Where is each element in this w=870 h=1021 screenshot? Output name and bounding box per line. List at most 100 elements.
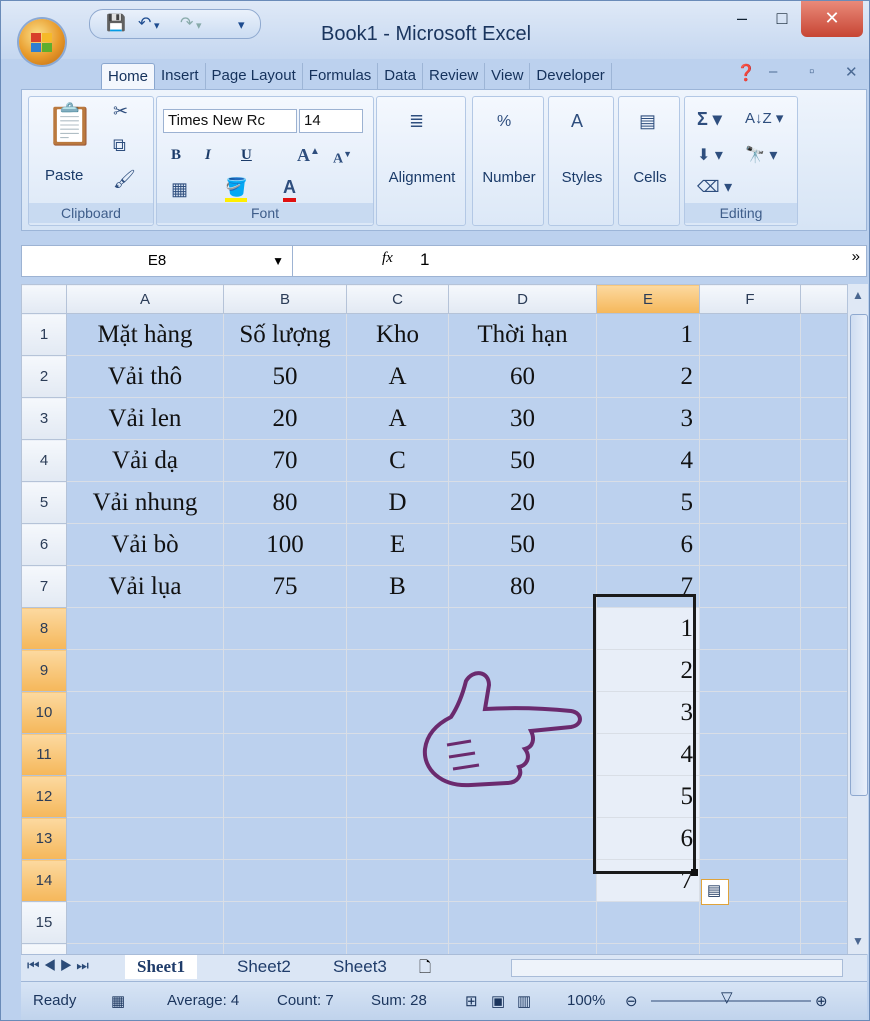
cell-f10[interactable] [699,691,801,734]
cell-g8[interactable] [800,607,849,650]
cell-b14[interactable] [223,859,347,902]
row-header[interactable]: 9 [21,649,67,692]
sheet-nav-icon[interactable]: ⏮ ◀ ▶ ⏭ [27,957,89,974]
tab-developer[interactable]: Developer [530,63,612,89]
styles-group[interactable]: A Styles [548,96,614,226]
borders-icon[interactable]: ▦ [171,179,188,200]
cell-f4[interactable] [699,439,801,482]
fill-icon[interactable]: ⬇ ▾ [697,145,723,165]
row-header[interactable]: 11 [21,733,67,776]
help-icon[interactable]: ❓ [736,63,756,83]
tab-view[interactable]: View [485,63,531,89]
column-header-c[interactable]: C [346,284,449,314]
select-all-corner[interactable] [21,284,67,314]
cell-b3[interactable]: 20 [223,397,347,440]
cell-a1[interactable]: Mặt hàng [66,313,224,356]
font-color-icon[interactable]: A [283,177,296,202]
row-header[interactable]: 12 [21,775,67,818]
sheet-tab-1[interactable]: Sheet1 [125,955,198,979]
undo-dropdown-icon[interactable]: ▾ [154,19,160,32]
vertical-scrollbar[interactable]: ▲ ▼ [847,284,868,954]
paste-icon[interactable]: 📋 [45,101,95,148]
row-header[interactable]: 3 [21,397,67,440]
close-button[interactable]: ✕ [801,1,863,37]
tab-home[interactable]: Home [101,63,156,90]
find-select-icon[interactable]: 🔭 ▾ [745,145,777,165]
cell-a2[interactable]: Vải thô [66,355,224,398]
cell-a12[interactable] [66,775,224,818]
cell-g5[interactable] [800,481,849,524]
cell-b5[interactable]: 80 [223,481,347,524]
column-header-b[interactable]: B [223,284,347,314]
font-size-combo[interactable]: 14 [299,109,363,133]
row-header[interactable]: 10 [21,691,67,734]
format-painter-icon[interactable]: 🖌 [113,169,136,190]
cell-g4[interactable] [800,439,849,482]
cell-a13[interactable] [66,817,224,860]
column-header-f[interactable]: F [699,284,801,314]
cell-g2[interactable] [800,355,849,398]
cell-b4[interactable]: 70 [223,439,347,482]
cell-d15[interactable] [448,901,597,944]
cell-a10[interactable] [66,691,224,734]
cell-g15[interactable] [800,901,849,944]
horizontal-scrollbar[interactable] [511,959,843,977]
cell-g14[interactable] [800,859,849,902]
shrink-font-icon[interactable]: A▼ [333,149,352,168]
cell-d4[interactable]: 50 [448,439,597,482]
sheet-tab-2[interactable]: Sheet2 [225,955,303,979]
row-header[interactable]: 15 [21,901,67,944]
cell-e14[interactable]: 7 [596,859,700,902]
italic-button[interactable]: I [205,147,211,164]
paste-button[interactable]: Paste [45,167,83,184]
cell-b10[interactable] [223,691,347,734]
cell-d1[interactable]: Thời hạn [448,313,597,356]
cell-d7[interactable]: 80 [448,565,597,608]
cell-g1[interactable] [800,313,849,356]
cell-a9[interactable] [66,649,224,692]
cell-b13[interactable] [223,817,347,860]
clear-icon[interactable]: ⌫ ▾ [697,177,732,197]
scroll-up-icon[interactable]: ▲ [852,288,864,302]
cell-f2[interactable] [699,355,801,398]
cell-f15[interactable] [699,901,801,944]
row-header[interactable]: 5 [21,481,67,524]
row-header[interactable]: 2 [21,355,67,398]
cut-icon[interactable]: ✂ [113,101,128,122]
cell-e8[interactable]: 1 [596,607,700,650]
row-header[interactable]: 1 [21,313,67,356]
expand-formula-icon[interactable]: » [852,248,860,265]
tab-data[interactable]: Data [378,63,423,89]
cell-a8[interactable] [66,607,224,650]
ribbon-minimize-icon[interactable]: – [769,63,777,80]
redo-icon[interactable]: ↷ [180,13,193,33]
cell-e15[interactable] [596,901,700,944]
grow-font-icon[interactable]: A▲ [297,145,320,166]
tab-formulas[interactable]: Formulas [303,63,379,89]
zoom-out-icon[interactable]: ⊖ [625,992,638,1010]
cell-e9[interactable]: 2 [596,649,700,692]
alignment-group[interactable]: ≣ Alignment [376,96,466,226]
zoom-slider-thumb-icon[interactable]: ▽ [721,988,733,1006]
cell-e3[interactable]: 3 [596,397,700,440]
cell-a15[interactable] [66,901,224,944]
cell-a3[interactable]: Vải len [66,397,224,440]
cell-c15[interactable] [346,901,449,944]
row-header[interactable]: 6 [21,523,67,566]
cell-a7[interactable]: Vải lụa [66,565,224,608]
cell-a5[interactable]: Vải nhung [66,481,224,524]
cell-g9[interactable] [800,649,849,692]
cell-a6[interactable]: Vải bò [66,523,224,566]
office-button[interactable] [19,19,65,65]
tab-insert[interactable]: Insert [155,63,206,89]
number-group[interactable]: % Number [472,96,544,226]
cell-a14[interactable] [66,859,224,902]
cell-f11[interactable] [699,733,801,776]
cell-d5[interactable]: 20 [448,481,597,524]
cell-e6[interactable]: 6 [596,523,700,566]
cell-g6[interactable] [800,523,849,566]
cell-e5[interactable]: 5 [596,481,700,524]
cell-d13[interactable] [448,817,597,860]
name-box[interactable]: E8 ▼ [22,246,293,276]
cell-f7[interactable] [699,565,801,608]
